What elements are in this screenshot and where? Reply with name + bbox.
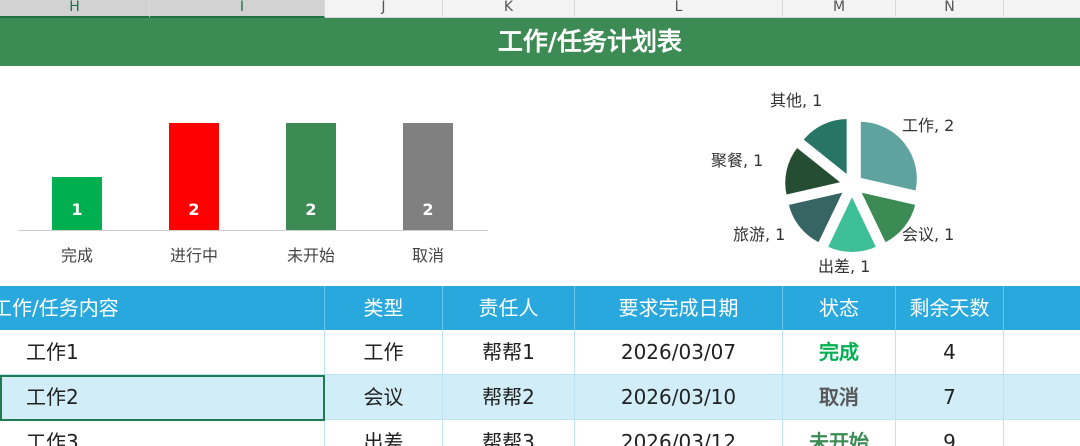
cell-days-left[interactable]: 9 (896, 420, 1004, 446)
cell-due-date[interactable]: 2026/03/07 (575, 330, 783, 375)
table-row: 工作1 工作 帮帮1 2026/03/07 完成 4 (0, 330, 1080, 375)
bar-category-label: 未开始 (286, 246, 335, 265)
cell-status[interactable]: 完成 (783, 330, 896, 375)
cell-type[interactable]: 出差 (325, 420, 443, 446)
pie-data-label: 出差, 1 (818, 257, 871, 276)
cell-type[interactable]: 工作 (325, 330, 443, 375)
cell-extra[interactable] (1004, 375, 1080, 420)
table-header-row: 工作/任务内容 类型 责任人 要求完成日期 状态 剩余天数 (0, 286, 1080, 330)
cell-status[interactable]: 取消 (783, 375, 896, 420)
column-header-j[interactable]: J (325, 0, 443, 18)
cell-type[interactable]: 会议 (325, 375, 443, 420)
cell-extra[interactable] (1004, 420, 1080, 446)
selected-cell-outline (0, 375, 325, 421)
header-content[interactable]: 工作/任务内容 (0, 286, 325, 330)
cell-content[interactable]: 工作3 (0, 420, 325, 446)
header-owner[interactable]: 责任人 (443, 286, 575, 330)
status-bar-chart[interactable]: 1 完成 2 进行中 2 未开始 2 取消 (0, 66, 500, 286)
column-header-l[interactable]: L (575, 0, 783, 18)
table-row: 工作3 出差 帮帮3 2026/03/12 未开始 9 (0, 420, 1080, 446)
bar-category-label: 取消 (411, 246, 444, 265)
bar-data-label: 2 (422, 200, 434, 219)
title-band: 工作/任务计划表 (0, 18, 1080, 66)
cell-due-date[interactable]: 2026/03/12 (575, 420, 783, 446)
bar-data-label: 2 (188, 200, 200, 219)
header-days-left[interactable]: 剩余天数 (896, 286, 1004, 330)
column-header-o[interactable] (1004, 0, 1080, 18)
pie-data-label: 旅游, 1 (733, 225, 786, 244)
pie-data-label: 工作, 2 (902, 116, 955, 135)
column-header-m[interactable]: M (783, 0, 896, 18)
pie-data-label: 聚餐, 1 (711, 151, 764, 170)
cell-owner[interactable]: 帮帮2 (443, 375, 575, 420)
cell-extra[interactable] (1004, 330, 1080, 375)
column-header-k[interactable]: K (443, 0, 575, 18)
cell-due-date[interactable]: 2026/03/10 (575, 375, 783, 420)
cell-status[interactable]: 未开始 (783, 420, 896, 446)
bar-category-label: 完成 (60, 246, 93, 265)
column-header-n[interactable]: N (896, 0, 1004, 18)
header-due-date[interactable]: 要求完成日期 (575, 286, 783, 330)
header-status[interactable]: 状态 (783, 286, 896, 330)
pie-data-label: 会议, 1 (902, 225, 955, 244)
cell-days-left[interactable]: 4 (896, 330, 1004, 375)
cell-owner[interactable]: 帮帮1 (443, 330, 575, 375)
header-type[interactable]: 类型 (325, 286, 443, 330)
cell-days-left[interactable]: 7 (896, 375, 1004, 420)
column-header-bar: H I J K L M N (0, 0, 1080, 18)
bar-category-label: 进行中 (169, 246, 218, 265)
type-pie-chart[interactable]: 工作, 2 会议, 1 出差, 1 旅游, 1 聚餐, 1 其他, 1 (640, 66, 1080, 286)
pie-data-label: 其他, 1 (770, 91, 823, 110)
page-title: 工作/任务计划表 (497, 27, 683, 56)
cell-owner[interactable]: 帮帮3 (443, 420, 575, 446)
column-header-i[interactable]: I (150, 0, 325, 18)
bar-data-label: 2 (305, 200, 317, 219)
column-header-h[interactable]: H (0, 0, 150, 18)
bar-data-label: 1 (71, 200, 83, 219)
bar-chart-baseline (18, 230, 488, 231)
header-extra[interactable] (1004, 286, 1080, 330)
task-table: 工作/任务内容 类型 责任人 要求完成日期 状态 剩余天数 工作1 工作 帮帮1… (0, 286, 1080, 446)
cell-content[interactable]: 工作1 (0, 330, 325, 375)
